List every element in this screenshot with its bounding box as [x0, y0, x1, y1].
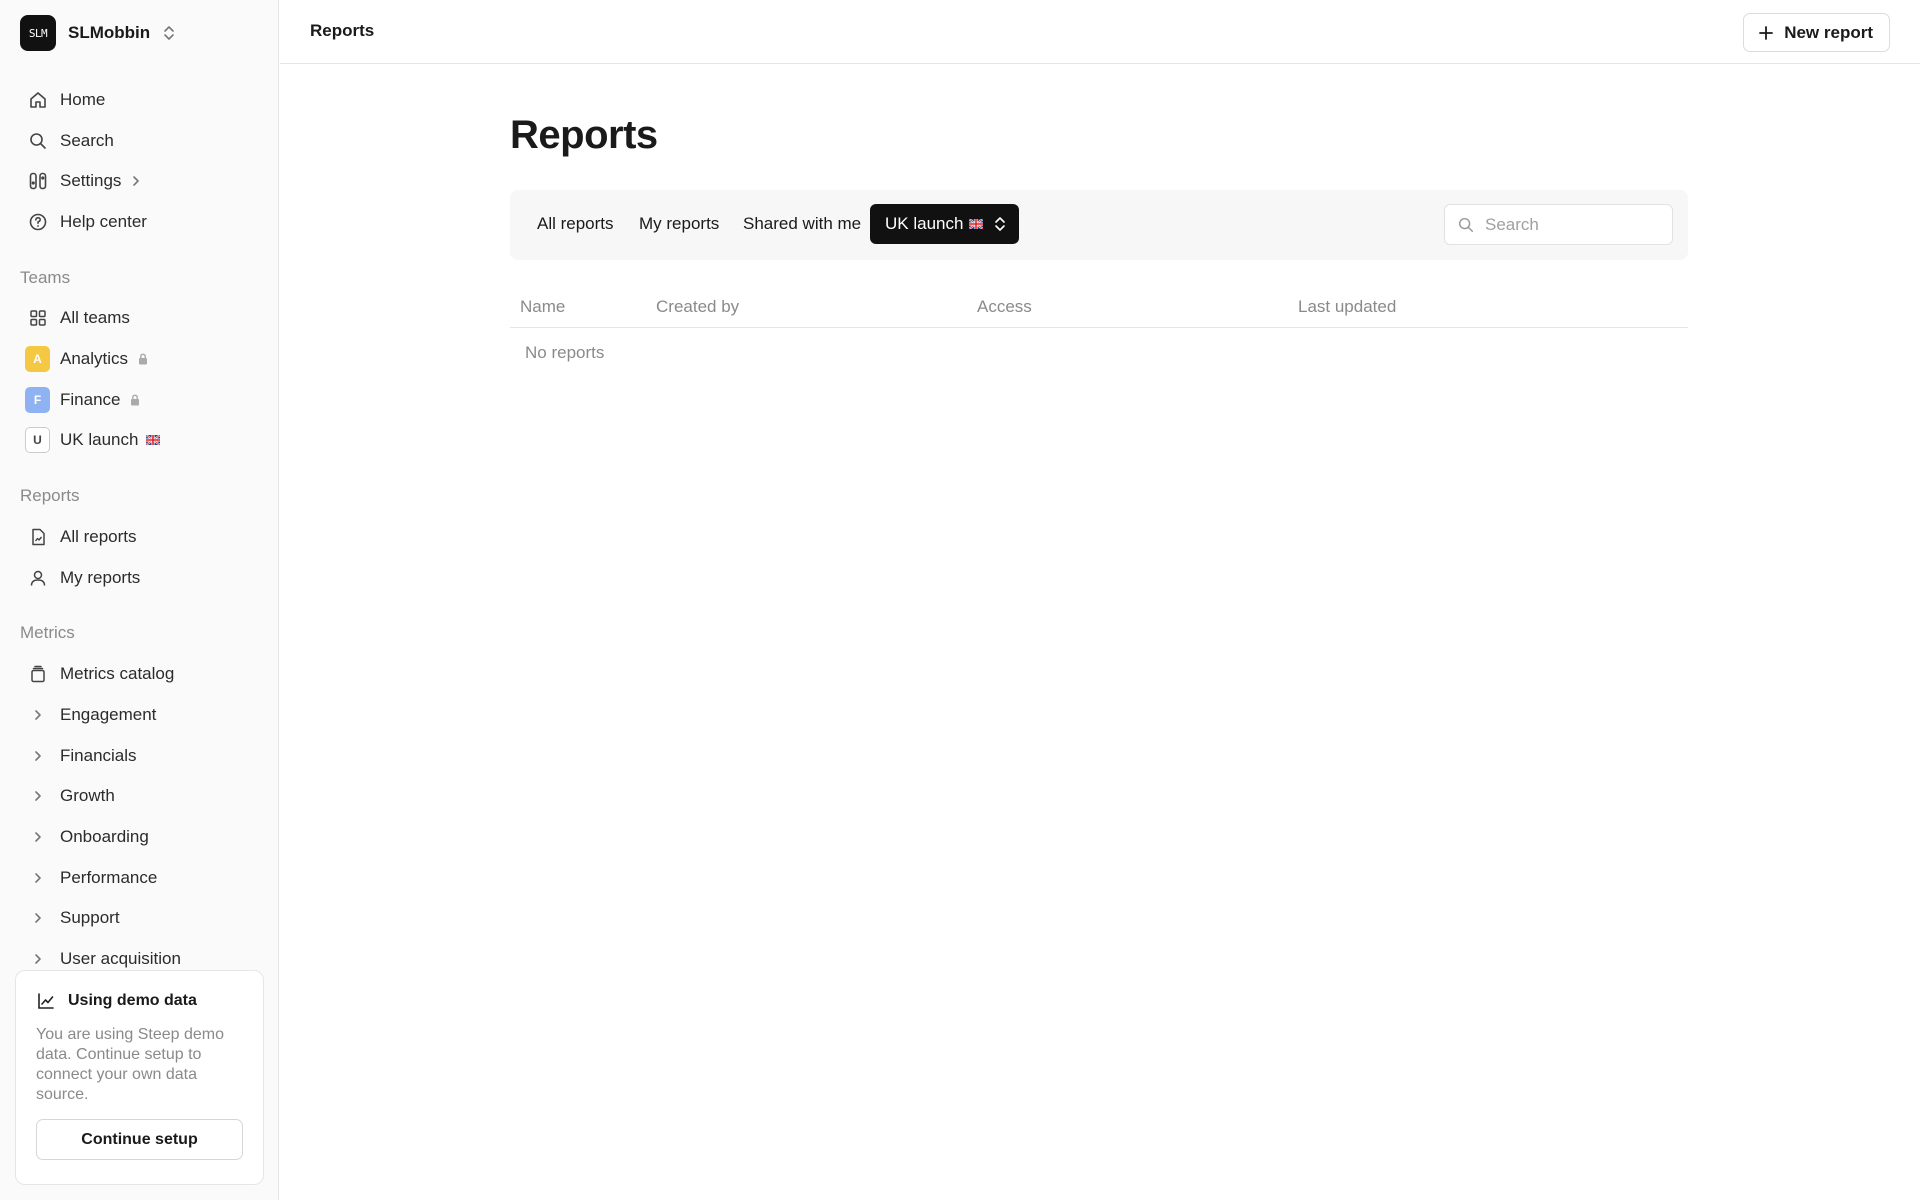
metrics-section-label: Metrics — [20, 623, 75, 642]
sidebar: SLM SLMobbin Home Search Settings Help c… — [0, 0, 279, 1200]
uk-flag-icon — [969, 219, 984, 229]
metric-group-financials[interactable]: Financials — [20, 739, 260, 773]
column-header-access[interactable]: Access — [977, 297, 1032, 317]
chevron-up-down-icon — [164, 26, 174, 40]
team-filter-label: UK launch — [885, 214, 964, 233]
chevron-right-icon — [27, 949, 48, 970]
report-file-icon — [27, 527, 48, 548]
empty-state-text: No reports — [525, 343, 605, 362]
nav-help-label: Help center — [60, 212, 147, 231]
nav-metrics-catalog-label: Metrics catalog — [60, 664, 175, 683]
search-input[interactable] — [1485, 214, 1655, 235]
nav-all-reports-label: All reports — [60, 527, 137, 546]
chevron-right-icon — [27, 786, 48, 807]
filter-bar: All reports My reports Shared with me UK… — [510, 190, 1688, 260]
tab-shared-with-me[interactable]: Shared with me — [743, 204, 861, 244]
lock-icon — [128, 393, 142, 407]
reports-section-label: Reports — [20, 486, 80, 505]
nav-all-teams[interactable]: All teams — [20, 301, 260, 335]
nav-metrics-catalog[interactable]: Metrics catalog — [20, 657, 260, 691]
table-header: Name Created by Access Last updated — [510, 290, 1688, 328]
metric-group-onboarding[interactable]: Onboarding — [20, 820, 260, 854]
column-header-created-by[interactable]: Created by — [656, 297, 739, 317]
team-label: Finance — [60, 390, 121, 409]
tab-all-reports[interactable]: All reports — [537, 204, 614, 244]
nav-my-reports-label: My reports — [60, 568, 141, 587]
team-analytics[interactable]: A Analytics — [20, 342, 260, 376]
team-badge: F — [25, 387, 50, 413]
settings-icon — [27, 171, 48, 192]
metric-group-label: Growth — [60, 786, 115, 805]
column-header-last-updated[interactable]: Last updated — [1298, 297, 1396, 317]
chevron-right-icon — [27, 746, 48, 767]
chevron-right-icon — [129, 174, 143, 188]
nav-home-label: Home — [60, 90, 106, 109]
topbar-title: Reports — [310, 21, 375, 40]
user-icon — [27, 568, 48, 589]
chevron-right-icon — [27, 827, 48, 848]
metric-group-growth[interactable]: Growth — [20, 779, 260, 813]
nav-settings[interactable]: Settings — [20, 164, 260, 198]
metric-group-label: Onboarding — [60, 827, 149, 846]
home-icon — [27, 90, 48, 111]
metric-group-performance[interactable]: Performance — [20, 861, 260, 895]
nav-my-reports[interactable]: My reports — [20, 561, 260, 595]
catalog-icon — [27, 664, 48, 685]
demo-data-card: Using demo data You are using Steep demo… — [15, 970, 264, 1185]
nav-help-center[interactable]: Help center — [20, 205, 260, 239]
metric-group-support[interactable]: Support — [20, 901, 260, 935]
nav-settings-label: Settings — [60, 171, 122, 190]
chevron-right-icon — [27, 705, 48, 726]
topbar: Reports New report — [280, 0, 1920, 64]
nav-search[interactable]: Search — [20, 124, 260, 158]
nav-home[interactable]: Home — [20, 83, 260, 117]
team-badge: U — [25, 427, 50, 453]
nav-search-label: Search — [60, 131, 114, 150]
chevron-up-down-icon — [995, 217, 1006, 231]
report-search[interactable] — [1444, 204, 1673, 245]
metric-group-label: Financials — [60, 746, 137, 765]
demo-card-title: Using demo data — [68, 992, 197, 1009]
chevron-right-icon — [27, 868, 48, 889]
workspace-name: SLMobbin — [68, 23, 151, 42]
plus-icon — [1759, 25, 1774, 40]
lock-icon — [136, 352, 150, 366]
team-label: UK launch — [60, 430, 139, 449]
help-icon — [27, 212, 48, 233]
chevron-right-icon — [27, 908, 48, 929]
team-label: Analytics — [60, 349, 129, 368]
nav-all-reports[interactable]: All reports — [20, 520, 260, 554]
continue-setup-button[interactable]: Continue setup — [36, 1119, 243, 1160]
team-filter-dropdown[interactable]: UK launch — [870, 204, 1020, 244]
search-icon — [1458, 217, 1474, 232]
page-title: Reports — [510, 113, 658, 157]
grid-icon — [27, 308, 48, 329]
metric-group-engagement[interactable]: Engagement — [20, 698, 260, 732]
demo-card-text: You are using Steep demo data. Continue … — [36, 1026, 224, 1103]
nav-all-teams-label: All teams — [60, 308, 130, 327]
workspace-switcher[interactable]: SLM SLMobbin — [20, 15, 176, 51]
new-report-label: New report — [1784, 22, 1873, 42]
metric-group-label: Performance — [60, 868, 158, 887]
metric-group-label: Support — [60, 908, 120, 927]
metric-group-label: User acquisition — [60, 949, 181, 968]
new-report-button[interactable]: New report — [1743, 13, 1890, 52]
workspace-logo: SLM — [20, 15, 56, 51]
team-badge: A — [25, 346, 50, 372]
column-header-name[interactable]: Name — [520, 297, 565, 317]
tab-my-reports[interactable]: My reports — [639, 204, 719, 244]
teams-section-label: Teams — [20, 268, 71, 287]
team-finance[interactable]: F Finance — [20, 383, 260, 417]
uk-flag-icon — [146, 435, 161, 445]
team-uk-launch[interactable]: U UK launch — [20, 423, 260, 457]
search-icon — [27, 131, 48, 152]
metric-group-label: Engagement — [60, 705, 157, 724]
line-chart-icon — [38, 993, 54, 1009]
